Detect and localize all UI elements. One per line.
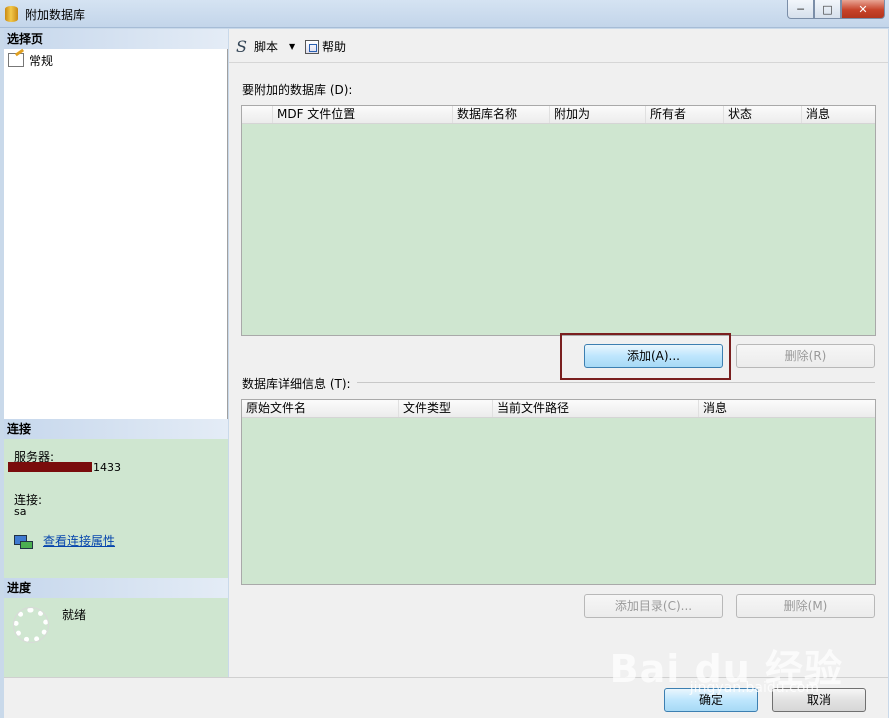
remove-detail-button[interactable]: 删除(M): [736, 594, 875, 618]
database-details-label: 数据库详细信息 (T):: [242, 377, 351, 391]
column-header[interactable]: 原始文件名: [242, 400, 398, 417]
column-header[interactable]: 消息: [698, 400, 876, 417]
database-details-grid[interactable]: 原始文件名 文件类型 当前文件路径 消息: [241, 399, 876, 585]
script-icon: [235, 37, 251, 56]
column-header[interactable]: 消息: [801, 106, 876, 123]
progress-status: 就绪: [62, 608, 87, 622]
close-icon[interactable]: ✕: [841, 0, 885, 19]
script-button[interactable]: 脚本 ▼: [235, 37, 295, 56]
toolbar: 脚本 ▼ 帮助: [229, 29, 888, 63]
help-button[interactable]: 帮助: [305, 38, 346, 55]
chevron-down-icon[interactable]: ▼: [289, 42, 295, 51]
column-header[interactable]: MDF 文件位置: [272, 106, 452, 123]
add-catalog-button[interactable]: 添加目录(C)...: [584, 594, 723, 618]
select-page-heading: 选择页: [4, 29, 228, 49]
main-pane: 脚本 ▼ 帮助 要附加的数据库 (D): MDF 文件位置 数据库名称 附加为 …: [229, 29, 888, 677]
help-icon: [305, 39, 319, 54]
row-selector-header: [242, 106, 272, 123]
column-header[interactable]: 附加为: [549, 106, 645, 123]
server-port: 1433: [93, 461, 121, 474]
databases-to-attach-label: 要附加的数据库 (D):: [242, 83, 353, 97]
databases-to-attach-grid[interactable]: MDF 文件位置 数据库名称 附加为 所有者 状态 消息: [241, 105, 876, 336]
grid-header: 原始文件名 文件类型 当前文件路径 消息: [242, 400, 875, 418]
connection-properties-icon: [14, 534, 33, 549]
database-icon: [5, 6, 18, 22]
title-bar: 附加数据库 ─ □ ✕: [0, 0, 889, 28]
column-header[interactable]: 数据库名称: [452, 106, 549, 123]
window-title: 附加数据库: [25, 8, 86, 22]
connection-user: sa: [14, 505, 27, 518]
column-header[interactable]: 状态: [723, 106, 801, 123]
connection-heading: 连接: [4, 419, 228, 439]
page-item-general[interactable]: 常规: [8, 51, 53, 69]
view-connection-properties-link[interactable]: 查看连接属性: [43, 532, 115, 549]
minimize-icon[interactable]: ─: [787, 0, 814, 19]
left-pane: 选择页 常规 连接 服务器: 1433 连接: sa 查看连接属性 进度 就绪: [4, 29, 228, 677]
progress-spinner-icon: [14, 608, 48, 642]
group-divider: [357, 382, 875, 383]
general-page-icon: [8, 53, 24, 67]
add-button[interactable]: 添加(A)...: [584, 344, 723, 368]
remove-button[interactable]: 删除(R): [736, 344, 875, 368]
server-name-redacted: [8, 462, 92, 472]
help-label: 帮助: [322, 40, 347, 54]
grid-header: MDF 文件位置 数据库名称 附加为 所有者 状态 消息: [242, 106, 875, 124]
page-item-label: 常规: [29, 53, 54, 68]
column-header[interactable]: 当前文件路径: [492, 400, 698, 417]
baidu-watermark-url: jingyan.baidu.com: [689, 680, 819, 696]
progress-heading: 进度: [4, 578, 228, 598]
view-connection-properties-row[interactable]: 查看连接属性: [14, 532, 115, 549]
script-label: 脚本: [254, 40, 279, 54]
maximize-icon[interactable]: □: [814, 0, 841, 19]
window-controls: ─ □ ✕: [787, 0, 885, 19]
column-header[interactable]: 所有者: [645, 106, 723, 123]
column-header[interactable]: 文件类型: [398, 400, 492, 417]
